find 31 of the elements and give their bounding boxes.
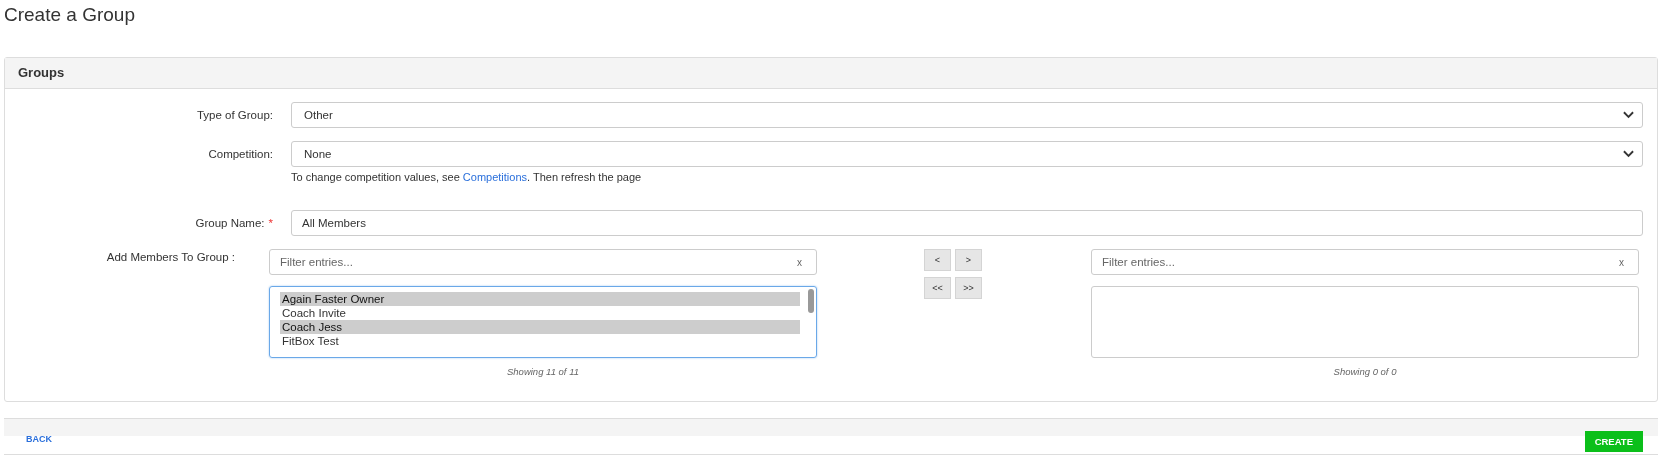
page-title: Create a Group [4,3,136,27]
move-button[interactable]: > [955,249,982,271]
clear-button[interactable]: x [797,256,802,268]
list-option[interactable]: Coach Invite [280,306,800,320]
move-button[interactable]: < [924,249,951,271]
clear-button[interactable]: x [1619,256,1624,268]
field-label: Group Name: [195,217,265,229]
scrollbar-thumb[interactable] [808,289,814,313]
move-button[interactable]: >> [955,277,982,299]
filter-field[interactable]: Filter entries... x [1091,249,1639,275]
entries-count: Showing 0 of 0 [1332,366,1398,377]
member-list[interactable] [1091,286,1639,358]
panel-header: Groups [5,58,1657,89]
list-option[interactable]: FitBox Test [280,334,800,348]
member-list[interactable]: Again Faster Owner Coach Invite Coach Jess FitBox Test [269,286,817,358]
list-option[interactable]: Coach Jess [280,320,800,334]
back-link[interactable]: BACK [26,434,52,444]
dropdown[interactable]: None [291,141,1643,167]
entries-count: Showing 11 of 11 [506,366,580,377]
dropdown[interactable]: Other [291,102,1643,128]
filter-field[interactable]: Filter entries... x [269,249,817,275]
chevron-down-icon [1623,150,1634,158]
move-button[interactable]: << [924,277,951,299]
list-option[interactable]: Again Faster Owner [280,292,800,306]
text-field[interactable]: All Members [291,210,1643,236]
field-label: Type of Group: [196,109,273,121]
required-mark: * [268,217,273,229]
help-text: To change competition values, see Competitions. Then refresh the page [291,171,643,183]
field-label: Add Members To Group : [106,251,235,263]
chevron-down-icon [1623,111,1634,119]
field-label: Competition: [208,148,273,160]
